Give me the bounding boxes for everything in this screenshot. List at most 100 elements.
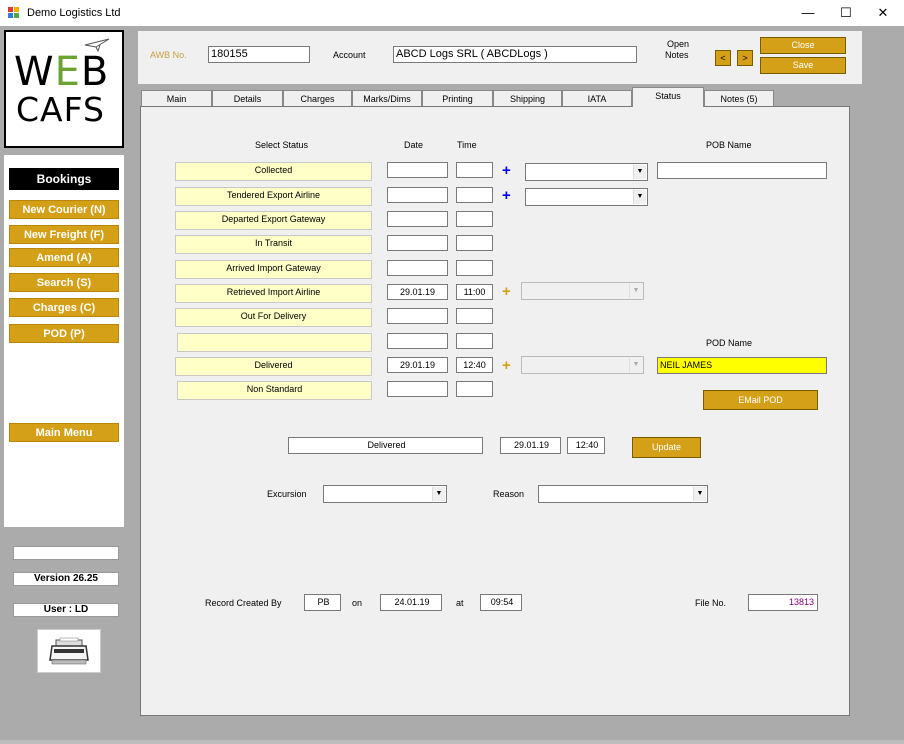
excursion-label: Excursion xyxy=(267,489,307,499)
new-freight-button[interactable]: New Freight (F) xyxy=(9,225,119,244)
title-bar: Demo Logistics Ltd — ☐ ✕ xyxy=(0,0,904,26)
tab-iata[interactable]: IATA xyxy=(562,90,632,106)
in-transit-date-field[interactable] xyxy=(387,235,448,251)
new-courier-button[interactable]: New Courier (N) xyxy=(9,200,119,219)
out-for-delivery-time-field[interactable] xyxy=(456,308,493,324)
status-out-for-delivery[interactable]: Out For Delivery xyxy=(175,308,372,327)
non-standard-time-field[interactable] xyxy=(456,381,493,397)
blank-status-date-field[interactable] xyxy=(387,333,448,349)
status-blank[interactable] xyxy=(177,333,372,352)
amend-button[interactable]: Amend (A) xyxy=(9,248,119,267)
created-by-field: PB xyxy=(304,594,341,611)
collected-add-icon[interactable]: + xyxy=(502,163,511,178)
reason-label: Reason xyxy=(493,489,525,499)
maximize-button[interactable]: ☐ xyxy=(827,0,865,26)
blank-status-time-field[interactable] xyxy=(456,333,493,349)
collected-time-field[interactable] xyxy=(456,162,493,178)
collected-date-field[interactable] xyxy=(387,162,448,178)
delivered-add-icon[interactable]: + xyxy=(502,358,511,373)
tab-charges[interactable]: Charges xyxy=(283,90,352,106)
retrieved-date-field[interactable]: 29.01.19 xyxy=(387,284,448,300)
retrieved-time-field[interactable]: 11:00 xyxy=(456,284,493,300)
status-non-standard[interactable]: Non Standard xyxy=(177,381,372,400)
pod-name-field[interactable]: NEIL JAMES xyxy=(657,357,827,374)
window-bottom-edge xyxy=(0,740,904,744)
tab-main[interactable]: Main xyxy=(141,90,212,106)
file-no-field: 13813 xyxy=(748,594,818,611)
file-no-label: File No. xyxy=(695,598,727,608)
created-date-field: 24.01.19 xyxy=(380,594,442,611)
current-status-date-field: 29.01.19 xyxy=(500,437,561,454)
departed-time-field[interactable] xyxy=(456,211,493,227)
chevron-down-icon: ▼ xyxy=(633,165,646,179)
tab-marks-dims[interactable]: Marks/Dims xyxy=(352,90,422,106)
delivered-date-field[interactable]: 29.01.19 xyxy=(387,357,448,373)
status-departed-export-gateway[interactable]: Departed Export Gateway xyxy=(175,211,372,230)
status-arrived-import-gateway[interactable]: Arrived Import Gateway xyxy=(175,260,372,279)
printer-icon[interactable] xyxy=(37,629,101,673)
delivered-select: ▼ xyxy=(521,356,644,374)
tab-details[interactable]: Details xyxy=(212,90,283,106)
tab-printing[interactable]: Printing xyxy=(422,90,493,106)
chevron-down-icon: ▼ xyxy=(629,284,642,298)
pob-name-field[interactable] xyxy=(657,162,827,179)
pod-button[interactable]: POD (P) xyxy=(9,324,119,343)
tendered-date-field[interactable] xyxy=(387,187,448,203)
chevron-down-icon: ▼ xyxy=(633,190,646,204)
close-button[interactable]: Close xyxy=(760,37,846,54)
date-heading: Date xyxy=(404,140,424,150)
status-tendered-export-airline[interactable]: Tendered Export Airline xyxy=(175,187,372,206)
arrived-time-field[interactable] xyxy=(456,260,493,276)
tab-notes[interactable]: Notes (5) xyxy=(704,90,774,106)
close-window-button[interactable]: ✕ xyxy=(864,0,902,26)
sidebar-blank-field xyxy=(13,546,119,560)
prev-note-button[interactable]: < xyxy=(715,50,731,66)
record-created-by-label: Record Created By xyxy=(205,598,282,608)
status-collected[interactable]: Collected xyxy=(175,162,372,181)
next-note-button[interactable]: > xyxy=(737,50,753,66)
minimize-button[interactable]: — xyxy=(789,0,827,26)
excursion-select[interactable]: ▼ xyxy=(323,485,447,503)
main-menu-button[interactable]: Main Menu xyxy=(9,423,119,442)
open-notes-label-line1: Open xyxy=(667,39,690,49)
in-transit-time-field[interactable] xyxy=(456,235,493,251)
chevron-down-icon: ▼ xyxy=(693,487,706,501)
logo-text-web: WEB xyxy=(14,49,110,95)
delivered-time-field[interactable]: 12:40 xyxy=(456,357,493,373)
at-label: at xyxy=(456,598,464,608)
pod-name-heading: POD Name xyxy=(706,338,753,348)
update-button[interactable]: Update xyxy=(632,437,701,458)
current-status-field: Delivered xyxy=(288,437,483,454)
tendered-time-field[interactable] xyxy=(456,187,493,203)
user-label: User : LD xyxy=(13,603,119,617)
chevron-down-icon: ▼ xyxy=(629,358,642,372)
account-field[interactable]: ABCD Logs SRL ( ABCDLogs ) xyxy=(393,46,637,63)
charges-button[interactable]: Charges (C) xyxy=(9,298,119,317)
webcafs-logo: WEB CAFS xyxy=(4,30,124,148)
status-retrieved-import-airline[interactable]: Retrieved Import Airline xyxy=(175,284,372,303)
arrived-date-field[interactable] xyxy=(387,260,448,276)
tab-status[interactable]: Status xyxy=(632,87,704,107)
tendered-airline-select[interactable]: ▼ xyxy=(525,188,648,206)
tendered-add-icon[interactable]: + xyxy=(502,188,511,203)
save-button[interactable]: Save xyxy=(760,57,846,74)
window-title: Demo Logistics Ltd xyxy=(27,7,121,19)
awb-number-field[interactable]: 180155 xyxy=(208,46,310,63)
collected-pob-select[interactable]: ▼ xyxy=(525,163,648,181)
logo-text-cafs: CAFS xyxy=(16,90,105,129)
created-time-field: 09:54 xyxy=(480,594,522,611)
version-label: Version 26.25 xyxy=(13,572,119,586)
reason-select[interactable]: ▼ xyxy=(538,485,708,503)
non-standard-date-field[interactable] xyxy=(387,381,448,397)
pob-name-heading: POB Name xyxy=(706,140,752,150)
on-label: on xyxy=(352,598,363,608)
status-delivered[interactable]: Delivered xyxy=(175,357,372,376)
search-button[interactable]: Search (S) xyxy=(9,273,119,292)
out-for-delivery-date-field[interactable] xyxy=(387,308,448,324)
email-pod-button[interactable]: EMail POD xyxy=(703,390,818,410)
retrieved-add-icon[interactable]: + xyxy=(502,284,511,299)
departed-date-field[interactable] xyxy=(387,211,448,227)
status-in-transit[interactable]: In Transit xyxy=(175,235,372,254)
current-status-time-field: 12:40 xyxy=(567,437,605,454)
tab-shipping[interactable]: Shipping xyxy=(493,90,562,106)
